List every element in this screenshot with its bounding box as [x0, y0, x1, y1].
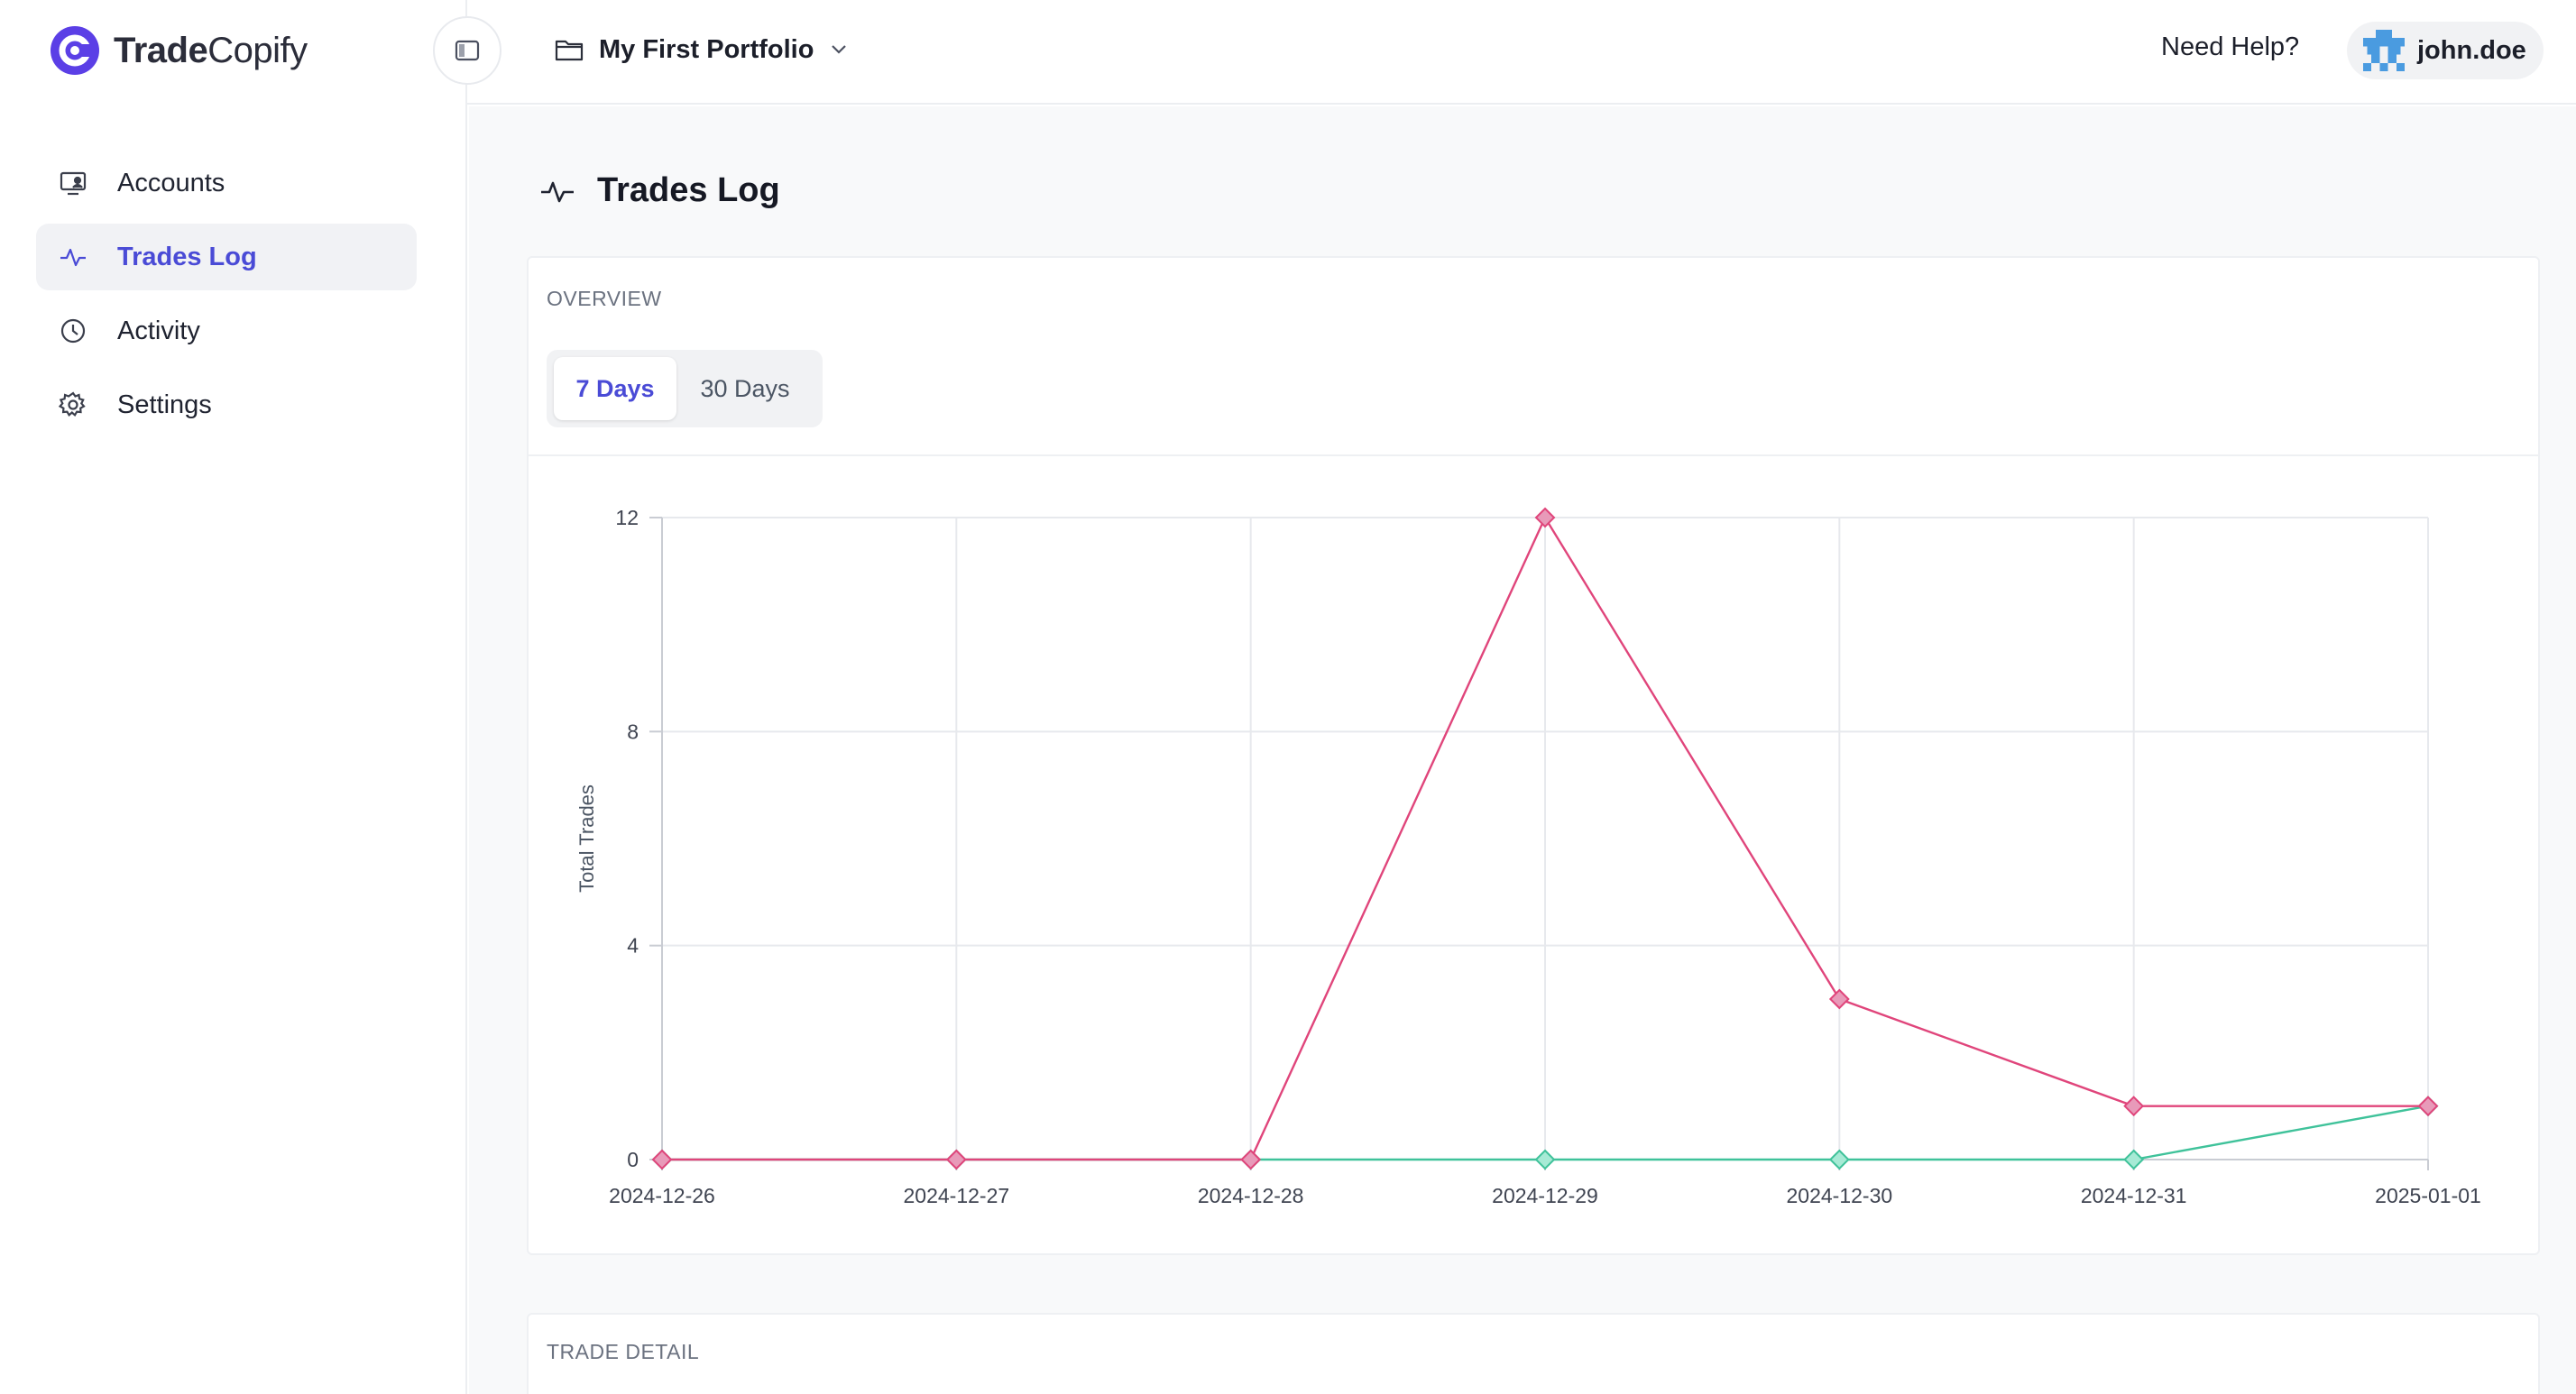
data-point-marker: [1828, 1149, 1850, 1170]
x-tick-label: 2024-12-29: [1492, 1184, 1598, 1207]
data-point-marker: [1240, 1149, 1262, 1170]
data-point-marker: [2123, 1149, 2145, 1170]
x-tick-label: 2024-12-28: [1198, 1184, 1304, 1207]
chart-grid: [661, 517, 2429, 1160]
data-point-marker: [1534, 507, 1556, 528]
app: TradeCopify Accounts Trades Log Activity…: [0, 0, 2576, 1394]
overview-card: OVERVIEW 7 Days 30 Days 0 4 8 12 2024-12-26 2…: [527, 256, 2540, 1255]
data-point-marker: [945, 1149, 967, 1170]
folder-icon: [555, 40, 584, 61]
sidebar-item-label: Activity: [117, 316, 200, 345]
sidebar-item-settings[interactable]: Settings: [36, 371, 417, 438]
sidebar-panel-icon: [455, 40, 480, 61]
data-point-marker: [2417, 1096, 2439, 1117]
x-tick-label: 2024-12-31: [2081, 1184, 2187, 1207]
y-axis-label: Total Trades: [575, 784, 598, 893]
avatar: [2363, 30, 2405, 71]
chevron-down-icon: [830, 43, 848, 56]
sidebar-item-label: Settings: [117, 390, 212, 419]
y-tick-label: 4: [627, 934, 639, 958]
data-point-marker: [2123, 1096, 2145, 1117]
brand-name-regular: Copify: [207, 30, 308, 70]
sidebar-item-label: Accounts: [117, 168, 225, 197]
user-menu-button[interactable]: john.doe: [2347, 22, 2544, 79]
sidebar-item-activity[interactable]: Activity: [36, 298, 417, 364]
tradecopify-logo-icon: [51, 26, 99, 75]
sidebar-item-label: Trades Log: [117, 242, 257, 271]
brand-name: TradeCopify: [114, 31, 308, 71]
trade-detail-label: TRADE DETAIL: [547, 1340, 700, 1363]
need-help-link[interactable]: Need Help?: [2161, 32, 2299, 62]
trades-line-chart: 0 4 8 12 2024-12-26 2024-12-27 2024-12-28 2024-…: [575, 506, 2481, 1207]
data-point-marker: [1828, 988, 1850, 1010]
gear-icon: [58, 390, 88, 420]
brand-name-bold: Trade: [114, 30, 208, 70]
y-tick-label: 12: [615, 506, 639, 529]
clock-icon: [58, 316, 88, 346]
activity-icon: [541, 181, 574, 202]
portfolio-selector[interactable]: My First Portfolio: [554, 27, 848, 72]
username: john.doe: [2417, 35, 2526, 65]
sidebar-item-accounts[interactable]: Accounts: [36, 150, 417, 216]
brand[interactable]: TradeCopify: [51, 25, 308, 76]
y-tick-label: 0: [627, 1148, 639, 1171]
main-content: Trades Log OVERVIEW 7 Days 30 Days 0 4 8 12…: [469, 106, 2576, 1394]
sidebar-toggle-button[interactable]: [433, 16, 501, 85]
sidebar: TradeCopify Accounts Trades Log Activity…: [0, 0, 467, 1394]
sidebar-item-trades-log[interactable]: Trades Log: [36, 224, 417, 290]
trade-detail-card: TRADE DETAIL: [527, 1313, 2540, 1394]
activity-icon: [58, 242, 88, 272]
data-point-marker: [651, 1149, 673, 1170]
portfolio-name: My First Portfolio: [599, 34, 814, 64]
x-tick-label: 2024-12-26: [609, 1184, 715, 1207]
x-tick-label: 2024-12-27: [904, 1184, 1010, 1207]
page-title: Trades Log: [597, 171, 780, 209]
y-tick-label: 8: [627, 720, 639, 743]
sidebar-nav: Accounts Trades Log Activity Settings: [36, 150, 417, 445]
monitor-user-icon: [58, 168, 88, 198]
page-header: Trades Log: [539, 171, 780, 210]
top-bar: My First Portfolio Need Help? john.doe: [433, 0, 2576, 105]
data-point-marker: [1534, 1149, 1556, 1170]
x-tick-label: 2024-12-30: [1787, 1184, 1893, 1207]
x-tick-label: 2025-01-01: [2375, 1184, 2481, 1207]
